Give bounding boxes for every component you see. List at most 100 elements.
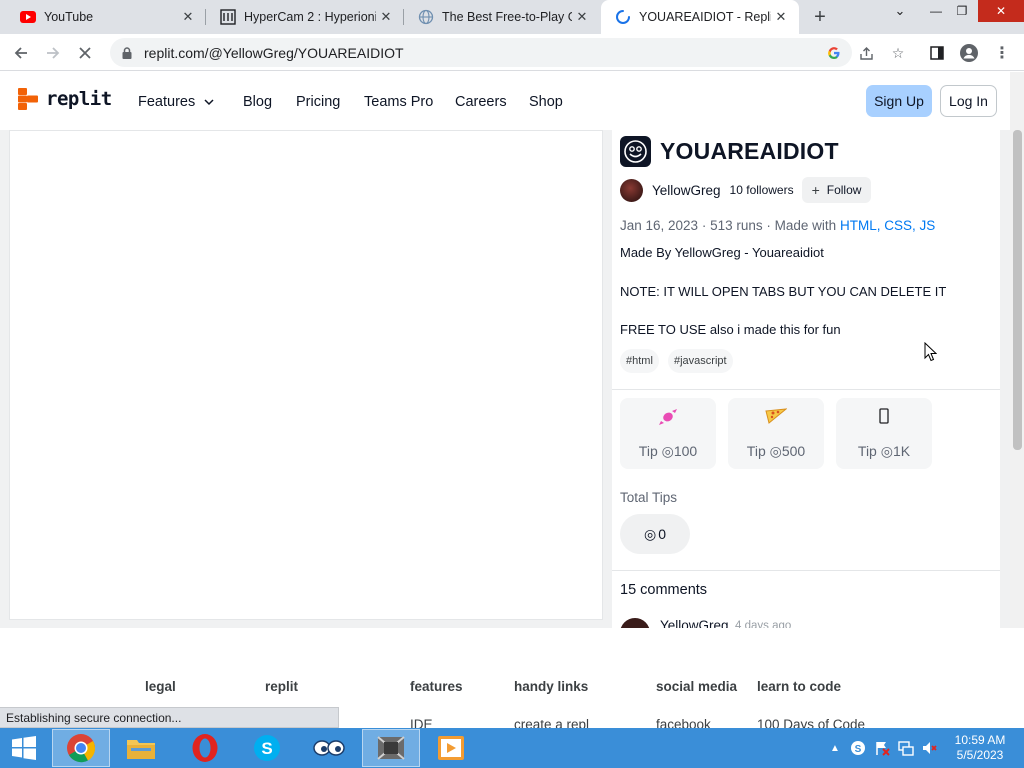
tag-javascript[interactable]: #javascript (668, 349, 733, 373)
nav-blog[interactable]: Blog (243, 94, 272, 110)
nav-pricing[interactable]: Pricing (296, 94, 340, 110)
repl-cover-icon (620, 136, 651, 167)
log-in-button[interactable]: Log In (940, 85, 997, 117)
forward-arrow-icon[interactable] (40, 40, 66, 66)
followers-count[interactable]: 10 followers (730, 183, 794, 197)
nav-features-label: Features (138, 94, 196, 110)
repl-runs: 513 runs (710, 218, 763, 233)
nav-features[interactable]: Features (138, 94, 215, 110)
restore-icon[interactable]: ❐ (946, 0, 978, 22)
bookmark-star-icon[interactable]: ☆ (887, 42, 909, 64)
comment-author[interactable]: YellowGreg (660, 618, 729, 628)
tip-card-1k[interactable]: Tip ◎1K (836, 398, 932, 469)
footer-heading-handy-links: handy links (514, 679, 589, 694)
volume-muted-icon[interactable] (920, 738, 938, 758)
google-icon[interactable] (823, 42, 845, 64)
repl-title-row: YOUAREAIDIOT (620, 136, 839, 167)
comment-time: 4 days ago (735, 620, 792, 628)
sign-up-button[interactable]: Sign Up (866, 85, 932, 117)
kebab-menu-icon[interactable]: ⋮ (991, 42, 1013, 64)
browser-toolbar: replit.com/@YellowGreg/YOUAREAIDIOT ☆ ⋮ (0, 34, 1024, 71)
repl-title: YOUAREAIDIOT (660, 138, 839, 164)
language-html[interactable]: HTML (840, 218, 877, 233)
footer-heading-replit: replit (265, 679, 299, 694)
taskbar-clock[interactable]: 10:59 AM 5/5/2023 (944, 733, 1016, 763)
owner-name[interactable]: YellowGreg (652, 183, 721, 198)
total-tips-label: Total Tips (620, 490, 678, 505)
network-icon[interactable] (897, 738, 915, 758)
cycles-icon: ◎ (769, 443, 782, 459)
tab-search-chevron-icon[interactable]: ⌄ (884, 0, 916, 22)
tag-html[interactable]: #html (620, 349, 659, 373)
tab-close-icon[interactable]: ✕ (771, 7, 791, 27)
address-bar[interactable]: replit.com/@YellowGreg/YOUAREAIDIOT (110, 38, 852, 67)
skype-tray-icon[interactable]: S (849, 738, 867, 758)
svg-text:S: S (855, 744, 862, 755)
description-line: Made By YellowGreg - Youareaidiot (620, 245, 824, 260)
profile-avatar-icon[interactable] (958, 42, 980, 64)
repl-preview-frame[interactable] (9, 130, 603, 620)
browser-status-bubble: Establishing secure connection... (0, 707, 339, 728)
meta-separator: · (701, 218, 711, 233)
repl-meta: Jan 16, 2023 · 513 runs · Made with HTML… (620, 218, 936, 233)
clock-date: 5/5/2023 (956, 748, 1004, 762)
tab-replit[interactable]: YOUAREAIDIOT - Replit ✕ (601, 0, 799, 34)
hypercam-icon[interactable] (362, 729, 420, 767)
pizza-icon (728, 408, 824, 429)
skype-icon[interactable]: S (238, 729, 296, 767)
tab-close-icon[interactable]: ✕ (572, 7, 592, 27)
window-close-icon[interactable]: ✕ (978, 0, 1024, 22)
action-center-flag-icon[interactable] (873, 738, 891, 758)
side-panel-icon[interactable] (926, 42, 948, 64)
opera-icon[interactable] (176, 729, 234, 767)
candy-icon (620, 408, 716, 431)
archive-icon (220, 9, 236, 25)
windows-start-icon[interactable] (0, 728, 48, 768)
total-tips-badge: ◎ 0 (620, 514, 690, 554)
tip-label: Tip ◎1K (857, 443, 911, 459)
lock-icon (122, 46, 132, 59)
tab-title: The Best Free-to-Play Ga (442, 10, 572, 24)
share-icon[interactable] (855, 42, 877, 64)
mouse-cursor-icon (924, 341, 938, 367)
footer-heading-learn-to-code: learn to code (757, 679, 842, 694)
divider (612, 389, 1000, 390)
repl-details-panel: YOUAREAIDIOT YellowGreg 10 followers + F… (612, 130, 1000, 628)
tip-card-500[interactable]: Tip ◎500 (728, 398, 824, 469)
language-js[interactable]: JS (920, 218, 936, 233)
avatar[interactable] (620, 178, 643, 202)
tip-card-100[interactable]: Tip ◎100 (620, 398, 716, 469)
logo-text: replit (46, 88, 112, 110)
show-hidden-icons-icon[interactable]: ▲ (826, 738, 844, 758)
footer-heading-legal: legal (145, 679, 176, 694)
nav-teams-pro[interactable]: Teams Pro (364, 94, 433, 110)
scrollbar-thumb[interactable] (1013, 130, 1022, 450)
globe-icon (418, 9, 434, 25)
clock-time: 10:59 AM (954, 733, 1006, 747)
nav-shop[interactable]: Shop (529, 94, 563, 110)
owner-row: YellowGreg 10 followers + Follow (620, 177, 872, 203)
file-explorer-icon[interactable] (112, 729, 170, 767)
chrome-icon[interactable] (52, 729, 110, 767)
tab-youtube[interactable]: YouTube ✕ (6, 0, 206, 34)
site-header: replit Features Blog Pricing Teams Pro C… (0, 72, 1010, 130)
follow-button[interactable]: + Follow (801, 177, 872, 203)
tab-hypercam[interactable]: HyperCam 2 : Hyperionic ✕ (206, 0, 404, 34)
back-arrow-icon[interactable] (8, 40, 34, 66)
language-css[interactable]: CSS (884, 218, 912, 233)
description-line: FREE TO USE also i made this for fun (620, 322, 841, 337)
media-player-icon[interactable] (422, 729, 480, 767)
new-tab-icon[interactable]: + (808, 5, 832, 29)
tab-title: YOUAREAIDIOT - Replit (639, 10, 771, 24)
tab-close-icon[interactable]: ✕ (178, 7, 198, 27)
url-text: replit.com/@YellowGreg/YOUAREAIDIOT (144, 44, 404, 61)
eyes-app-icon[interactable] (300, 729, 358, 767)
tab-freetoplay[interactable]: The Best Free-to-Play Ga ✕ (404, 0, 600, 34)
tab-close-icon[interactable]: ✕ (376, 7, 396, 27)
replit-logo[interactable]: replit (18, 88, 112, 110)
stop-loading-icon[interactable] (72, 40, 98, 66)
unknown-glyph-icon (836, 408, 932, 429)
avatar[interactable] (620, 618, 650, 628)
nav-careers[interactable]: Careers (455, 94, 507, 110)
tip-label: Tip ◎100 (638, 443, 698, 459)
